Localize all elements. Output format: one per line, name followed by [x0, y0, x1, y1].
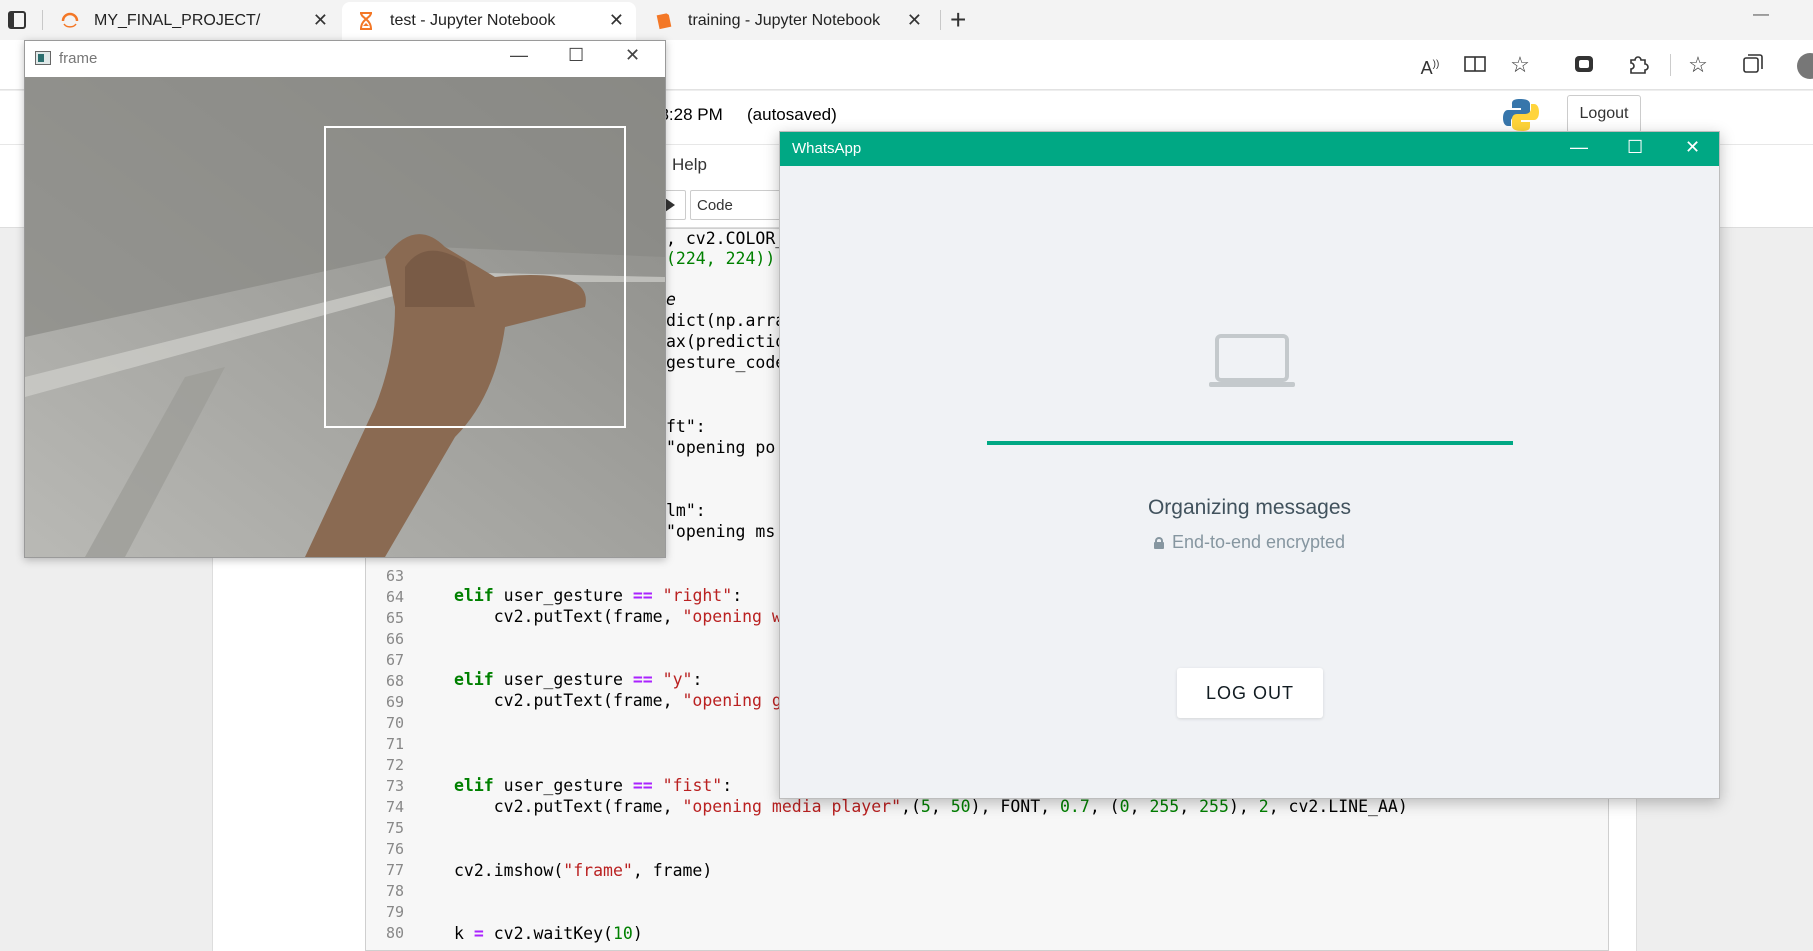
logout-button[interactable]: LOG OUT	[1177, 668, 1323, 718]
window-minimize-button[interactable]: —	[1753, 6, 1769, 24]
tab-label: test - Jupyter Notebook	[390, 12, 556, 29]
copilot-icon[interactable]	[1571, 52, 1597, 78]
minimize-button[interactable]: —	[1570, 137, 1588, 158]
code-line-73: elif user_gesture == "fist":	[454, 776, 733, 795]
autosave-status: (autosaved)	[747, 105, 837, 124]
line-number: 75	[385, 819, 404, 837]
whatsapp-window[interactable]: WhatsApp — ☐ ✕ Organizing messages End-t…	[779, 131, 1720, 799]
maximize-button[interactable]: ☐	[568, 45, 584, 66]
collections-icon[interactable]	[1740, 52, 1766, 78]
code-fragment: , cv2.COLOR_	[666, 229, 786, 248]
extensions-icon[interactable]	[1625, 52, 1651, 78]
code-fragment: e	[666, 290, 676, 309]
minimize-button[interactable]: —	[510, 45, 528, 66]
address-bar[interactable]	[660, 46, 1400, 84]
close-button[interactable]: ✕	[625, 45, 640, 66]
jupyter-loading-icon	[60, 11, 80, 31]
code-line-65: cv2.putText(frame, "opening wh	[454, 607, 792, 626]
line-number: 79	[385, 903, 404, 921]
lock-icon	[1153, 537, 1164, 549]
close-tab-icon[interactable]: ✕	[907, 10, 922, 31]
immersive-reader-icon[interactable]	[1462, 52, 1488, 78]
code-line-69: cv2.putText(frame, "opening go	[454, 691, 792, 710]
code-fragment: ax(predictio	[666, 332, 786, 351]
run-icon	[665, 198, 675, 212]
frame-title: frame	[59, 50, 98, 67]
line-number: 66	[385, 630, 404, 648]
close-tab-icon[interactable]: ✕	[313, 10, 328, 31]
tab-test-notebook[interactable]: test - Jupyter Notebook ✕	[342, 2, 636, 40]
line-number: 73	[385, 777, 404, 795]
tab-training-notebook[interactable]: training - Jupyter Notebook ✕	[640, 2, 934, 40]
cell-type-select[interactable]: Code	[690, 190, 790, 220]
code-fragment: "opening ms	[666, 522, 776, 541]
line-number: 65	[385, 609, 404, 627]
line-number: 80	[385, 924, 404, 942]
camera-scene	[25, 77, 665, 557]
maximize-button[interactable]: ☐	[1627, 137, 1643, 158]
code-line-68: elif user_gesture == "y":	[454, 670, 703, 689]
encryption-text: End-to-end encrypted	[1171, 532, 1346, 552]
whatsapp-titlebar[interactable]: WhatsApp — ☐ ✕	[780, 132, 1719, 166]
code-fragment-text: (224, 224))	[666, 249, 776, 268]
menu-help[interactable]: Help	[672, 155, 707, 175]
line-number: 77	[385, 861, 404, 879]
close-button[interactable]: ✕	[1685, 137, 1700, 158]
line-number: 76	[385, 840, 404, 858]
profile-avatar[interactable]	[1797, 53, 1813, 79]
logout-button[interactable]: Logout	[1567, 95, 1641, 133]
line-number: 78	[385, 882, 404, 900]
whatsapp-title: WhatsApp	[792, 140, 862, 157]
cell-type-value: Code	[697, 197, 733, 214]
read-aloud-icon[interactable]: A))	[1417, 52, 1443, 78]
opencv-window-icon	[35, 51, 51, 65]
close-tab-icon[interactable]: ✕	[609, 10, 624, 31]
notebook-icon	[654, 11, 674, 31]
line-number: 71	[385, 735, 404, 753]
line-number: 72	[385, 756, 404, 774]
tab-label: MY_FINAL_PROJECT/	[94, 12, 261, 29]
code-fragment: "opening po	[666, 438, 776, 457]
tab-my-final-project[interactable]: MY_FINAL_PROJECT/ ✕	[46, 2, 340, 40]
line-number: 70	[385, 714, 404, 732]
code-fragment: gesture_code	[666, 353, 786, 372]
code-fragment: ft":	[666, 417, 706, 436]
encryption-note: End-to-end encrypted	[780, 532, 1719, 553]
tab-label: training - Jupyter Notebook	[688, 12, 881, 29]
status-message: Organizing messages	[1147, 496, 1352, 519]
hourglass-icon	[356, 11, 376, 31]
frame-window[interactable]: frame — ☐ ✕	[24, 40, 666, 558]
new-tab-button[interactable]: +	[950, 4, 966, 36]
camera-frame-image	[25, 77, 665, 557]
tab-actions-icon[interactable]	[8, 11, 26, 29]
code-fragment: lm":	[666, 501, 706, 520]
line-number: 64	[385, 588, 404, 606]
laptop-icon	[1207, 332, 1297, 397]
line-number: 68	[385, 672, 404, 690]
loading-progress-bar	[987, 441, 1513, 445]
line-number: 74	[385, 798, 404, 816]
browser-tab-strip: MY_FINAL_PROJECT/ ✕ test - Jupyter Noteb…	[0, 0, 1813, 40]
line-number: 69	[385, 693, 404, 711]
line-number: 67	[385, 651, 404, 669]
code-line-74: cv2.putText(frame, "opening media player…	[454, 797, 1408, 816]
add-favorite-icon[interactable]: ☆	[1507, 52, 1533, 78]
code-fragment: dict(np.arra	[666, 311, 786, 330]
favorites-icon[interactable]: ☆	[1685, 52, 1711, 78]
code-line-64: elif user_gesture == "right":	[454, 586, 743, 605]
code-line-77: cv2.imshow("frame", frame)	[454, 861, 713, 880]
code-fragment: (224, 224))	[666, 249, 775, 268]
code-line-80: k = cv2.waitKey(10)	[454, 924, 643, 943]
line-number: 63	[385, 567, 404, 585]
frame-titlebar[interactable]: frame — ☐ ✕	[25, 41, 665, 77]
